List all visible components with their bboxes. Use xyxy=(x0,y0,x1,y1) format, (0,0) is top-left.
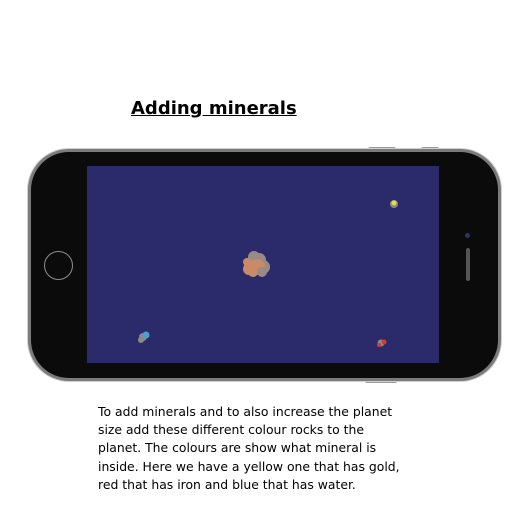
caption-line: planet. The colours are show what minera… xyxy=(98,440,377,456)
game-screen[interactable] xyxy=(87,166,439,363)
page-title: Adding minerals xyxy=(131,98,297,119)
gold-rock[interactable] xyxy=(390,200,398,208)
phone-power-button xyxy=(365,379,397,383)
caption-line: To add minerals and to also increase the… xyxy=(98,404,393,419)
water-rock[interactable] xyxy=(138,331,150,344)
home-button xyxy=(44,251,73,280)
caption-line: size add these different colour rocks to… xyxy=(98,422,364,438)
caption-line: inside. Here we have a yellow one that h… xyxy=(98,458,400,474)
front-camera-icon xyxy=(465,233,470,238)
speaker-grille xyxy=(466,248,470,281)
caption-line: red that has iron and blue that has wate… xyxy=(98,476,356,492)
planet-rock-cluster[interactable] xyxy=(243,251,270,277)
iron-rock[interactable] xyxy=(377,339,387,348)
phone-side-button xyxy=(368,147,396,151)
caption-text: To add minerals and to also increase the… xyxy=(98,403,428,494)
phone-side-button xyxy=(421,147,439,151)
game-canvas xyxy=(138,200,398,348)
